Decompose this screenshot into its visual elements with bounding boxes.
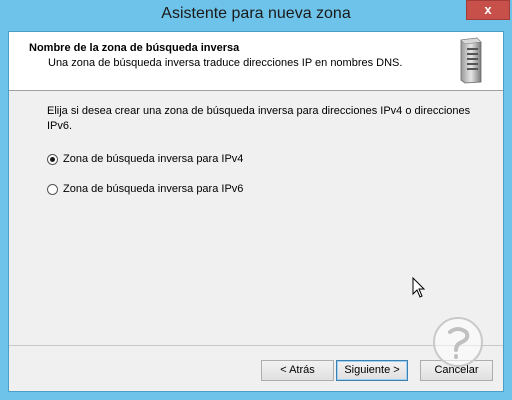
header-title: Nombre de la zona de búsqueda inversa <box>29 42 240 54</box>
back-button[interactable]: < Atrás <box>261 360 334 381</box>
server-icon <box>460 37 482 84</box>
wizard-header: Nombre de la zona de búsqueda inversa Un… <box>9 32 503 91</box>
title-bar[interactable]: Asistente para nueva zona x <box>0 0 512 30</box>
footer-divider <box>9 345 503 346</box>
dialog-client-area: Nombre de la zona de búsqueda inversa Un… <box>8 31 504 392</box>
instruction-text: Elija si desea crear una zona de búsqued… <box>47 105 471 132</box>
radio-ipv4-option[interactable]: Zona de búsqueda inversa para IPv4 <box>47 153 243 165</box>
close-button[interactable]: x <box>466 0 510 20</box>
next-button[interactable]: Siguiente > <box>336 360 408 381</box>
radio-ipv4-label[interactable]: Zona de búsqueda inversa para IPv4 <box>63 153 243 165</box>
radio-ipv4[interactable] <box>47 153 58 165</box>
radio-ipv6[interactable] <box>47 183 58 195</box>
header-subtitle: Una zona de búsqueda inversa traduce dir… <box>48 57 403 69</box>
radio-ipv6-label[interactable]: Zona de búsqueda inversa para IPv6 <box>63 183 243 195</box>
mouse-cursor-icon <box>412 277 426 298</box>
window-title: Asistente para nueva zona <box>161 5 351 22</box>
wizard-window: Asistente para nueva zona x Nombre de la… <box>0 0 512 400</box>
close-icon: x <box>484 2 492 17</box>
watermark-logo-icon <box>433 317 483 367</box>
radio-ipv6-option[interactable]: Zona de búsqueda inversa para IPv6 <box>47 183 243 195</box>
